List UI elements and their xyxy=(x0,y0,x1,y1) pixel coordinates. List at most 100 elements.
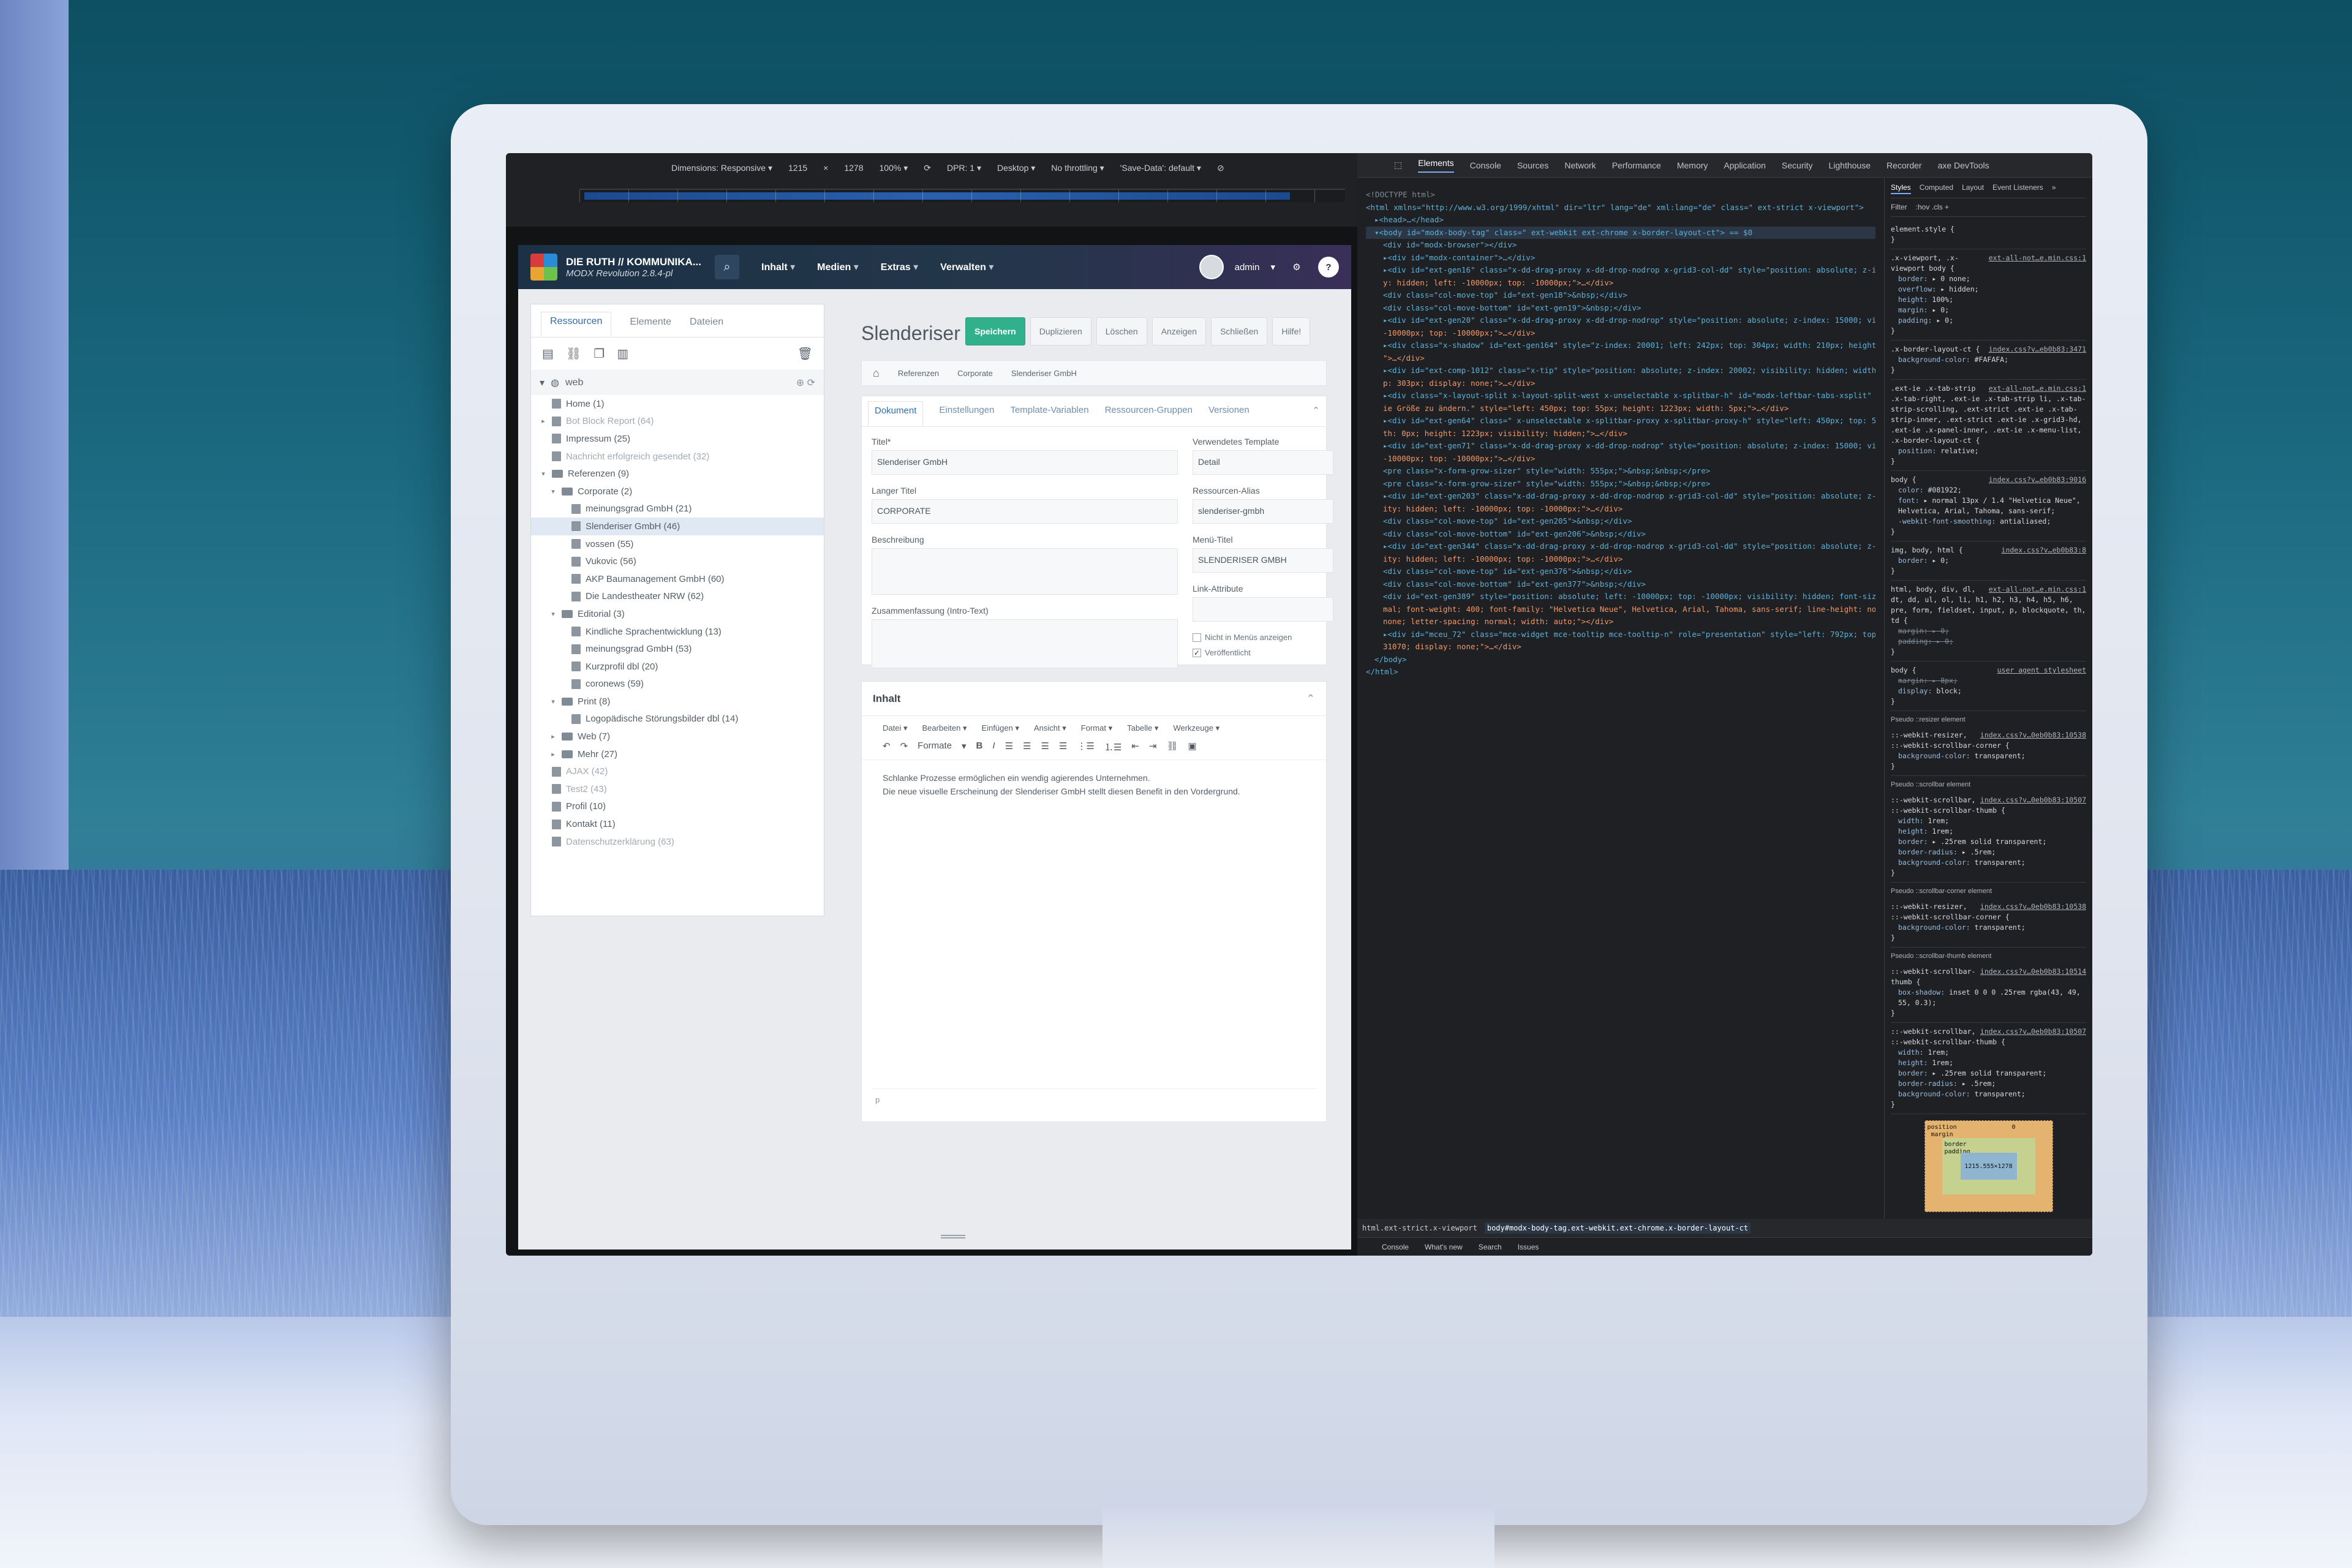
dom-node[interactable]: ▸<div id="ext-gen64" class=" x-unselecta… xyxy=(1366,415,1875,428)
tree-item[interactable]: Nachricht erfolgreich gesendet (32) xyxy=(531,448,824,466)
css-property[interactable]: display: block; xyxy=(1891,686,2086,696)
css-property[interactable]: border-radius: ▸ .5rem; xyxy=(1891,1079,2086,1089)
dom-crumb[interactable]: html.ext-strict.x-viewport xyxy=(1362,1224,1477,1232)
css-source-link[interactable]: index.css?v…0eb0b83:10507 xyxy=(1980,1027,2086,1037)
align-right-icon[interactable]: ☰ xyxy=(1041,741,1049,753)
outdent-icon[interactable]: ⇤ xyxy=(1131,741,1139,753)
device-type-select[interactable]: Desktop ▾ xyxy=(997,163,1035,173)
avatar[interactable] xyxy=(1199,255,1224,279)
dom-node[interactable]: ▸<div id="ext-gen203" class="x-dd-drag-p… xyxy=(1366,490,1875,503)
throttling-select[interactable]: No throttling ▾ xyxy=(1051,163,1104,173)
nav-extras[interactable]: Extras xyxy=(881,261,918,273)
css-source-link[interactable]: index.css?v…0eb0b83:10538 xyxy=(1980,902,2086,912)
dom-node[interactable]: 31070; display: none;">…</div> xyxy=(1366,641,1875,654)
modx-logo[interactable] xyxy=(530,254,557,281)
zoom-select[interactable]: 100% ▾ xyxy=(880,163,908,173)
css-property[interactable]: overflow: ▸ hidden; xyxy=(1891,284,2086,295)
css-property[interactable]: height: 1rem; xyxy=(1891,826,2086,837)
menu-tabelle[interactable]: Tabelle xyxy=(1127,723,1158,733)
tree-item[interactable]: ▾ Corporate (2) xyxy=(531,483,824,500)
menutitel-field[interactable]: SLENDERISER GMBH xyxy=(1193,548,1333,573)
dom-node[interactable]: ity: hidden; left: -10000px; top: -10000… xyxy=(1366,503,1875,516)
tree-item[interactable]: Logopädische Störungsbilder dbl (14) xyxy=(531,710,824,728)
nav-medien[interactable]: Medien xyxy=(817,261,859,273)
refresh-icon[interactable]: ⊕ ⟳ xyxy=(796,377,815,389)
tab-template-variablen[interactable]: Template-Variablen xyxy=(1010,405,1088,426)
indent-icon[interactable]: ⇥ xyxy=(1149,741,1157,753)
dom-node[interactable]: y: hidden; left: -10000px; top: -10000px… xyxy=(1366,277,1875,290)
css-property[interactable]: color: #081922; xyxy=(1891,485,2086,496)
tree-item[interactable]: Vukovic (56) xyxy=(531,552,824,570)
nav-inhalt[interactable]: Inhalt xyxy=(761,261,795,273)
breadcrumb-item[interactable]: Corporate xyxy=(957,369,993,378)
css-source-link[interactable]: ext-all-not…e.min.css:1 xyxy=(1989,253,2086,263)
dom-node[interactable]: </body> xyxy=(1366,654,1875,666)
view-button[interactable]: Anzeigen xyxy=(1152,317,1207,345)
close-button[interactable]: Schließen xyxy=(1211,317,1268,345)
dom-node[interactable]: ▸<div id="ext-gen344" class="x-dd-drag-p… xyxy=(1366,540,1875,553)
save-data-select[interactable]: 'Save-Data': default ▾ xyxy=(1120,163,1201,173)
devtools-tab[interactable]: Network xyxy=(1564,160,1596,170)
tree-item[interactable]: Slenderiser GmbH (46) xyxy=(531,518,824,535)
css-property[interactable]: border-radius: ▸ .5rem; xyxy=(1891,847,2086,858)
resize-handle[interactable] xyxy=(941,1235,965,1238)
delete-button[interactable]: Löschen xyxy=(1096,317,1147,345)
dom-node[interactable]: ie Größe zu ändern." style="left: 450px;… xyxy=(1366,402,1875,415)
beschreibung-field[interactable] xyxy=(872,548,1178,595)
inspect-icon[interactable]: ⬚ xyxy=(1394,160,1402,170)
dom-node[interactable]: <div class="col-move-bottom" id="ext-gen… xyxy=(1366,578,1875,591)
alias-field[interactable]: slenderiser-gmbh xyxy=(1193,499,1333,524)
css-source-link[interactable]: index.css?v…eb0b83:3471 xyxy=(1989,344,2086,355)
height-input[interactable]: 1278 xyxy=(844,163,863,173)
breadcrumb-item[interactable]: Referenzen xyxy=(898,369,939,378)
save-button[interactable]: Speichern xyxy=(965,317,1025,345)
css-property[interactable]: width: 1rem; xyxy=(1891,1047,2086,1058)
dom-node[interactable]: none; letter-spacing: normal; width: aut… xyxy=(1366,616,1875,628)
css-source-link[interactable]: index.css?v…eb0b83:8 xyxy=(2002,545,2086,556)
image-icon[interactable]: ▣ xyxy=(1188,741,1196,753)
css-source-link[interactable]: ext-all-not…e.min.css:1 xyxy=(1989,584,2086,595)
width-input[interactable]: 1215 xyxy=(788,163,807,173)
editor-body[interactable]: Schlanke Prozesse ermöglichen ein wendig… xyxy=(862,760,1326,809)
nav-verwalten[interactable]: Verwalten xyxy=(940,261,993,273)
dom-node[interactable]: ▸<div id="ext-gen20" class="x-dd-drag-pr… xyxy=(1366,314,1875,327)
link-attribute-field[interactable] xyxy=(1193,597,1333,622)
dom-node[interactable]: p: 303px; display: none;">…</div> xyxy=(1366,377,1875,390)
dom-node[interactable]: <div class="col-move-top" id="ext-gen205… xyxy=(1366,515,1875,528)
tree-item[interactable]: Home (1) xyxy=(531,395,824,413)
dom-node[interactable]: ▸<div id="modx-container">…</div> xyxy=(1366,252,1875,265)
css-source-link[interactable]: user agent stylesheet xyxy=(1997,665,2086,676)
css-property[interactable]: background-color: transparent; xyxy=(1891,1089,2086,1099)
italic-icon[interactable]: I xyxy=(992,741,995,753)
css-property[interactable]: border: ▸ .25rem solid transparent; xyxy=(1891,837,2086,847)
tree-item[interactable]: AKP Baumanagement GmbH (60) xyxy=(531,570,824,588)
dom-node[interactable]: ▸<div id="ext-gen71" class="x-dd-drag-pr… xyxy=(1366,440,1875,453)
dom-node[interactable]: th: 0px; height: 1223px; visibility: hid… xyxy=(1366,428,1875,440)
zusammenfassung-field[interactable] xyxy=(872,619,1178,668)
align-center-icon[interactable]: ☰ xyxy=(1023,741,1031,753)
dom-node[interactable]: <pre class="x-form-grow-sizer" style="wi… xyxy=(1366,465,1875,478)
template-select[interactable]: Detail xyxy=(1193,450,1333,475)
css-property[interactable]: margin: ▸ 0; xyxy=(1891,305,2086,315)
help-link-button[interactable]: Hilfe! xyxy=(1272,317,1311,345)
css-property[interactable]: padding: ▸ 0; xyxy=(1891,315,2086,326)
dom-node[interactable]: ▸<div id="ext-comp-1012" class="x-tip" s… xyxy=(1366,364,1875,377)
css-property[interactable]: font: ▸ normal 13px / 1.4 "Helvetica Neu… xyxy=(1891,496,2086,516)
dom-node[interactable]: <div class="col-move-bottom" id="ext-gen… xyxy=(1366,528,1875,541)
dom-node[interactable]: ity: hidden; left: -10000px; top: -10000… xyxy=(1366,553,1875,566)
devtools-tab[interactable]: Memory xyxy=(1677,160,1708,170)
dom-node[interactable]: <div class="col-move-bottom" id="ext-gen… xyxy=(1366,302,1875,315)
tree-item[interactable]: ▸ Mehr (27) xyxy=(531,745,824,763)
copy-icon[interactable]: ❐ xyxy=(594,346,605,361)
dom-node[interactable]: <div id="modx-browser"></div> xyxy=(1366,239,1875,252)
devtools-tab[interactable]: Security xyxy=(1782,160,1813,170)
css-property[interactable]: -webkit-font-smoothing: antialiased; xyxy=(1891,516,2086,527)
tab-elemente[interactable]: Elemente xyxy=(630,317,671,337)
css-source-link[interactable]: index.css?v…eb0b83:9016 xyxy=(1989,475,2086,485)
tree-item[interactable]: AJAX (42) xyxy=(531,763,824,780)
tree-item[interactable]: ▸ Web (7) xyxy=(531,728,824,745)
align-justify-icon[interactable]: ☰ xyxy=(1059,741,1067,753)
styles-subtab[interactable]: Event Listeners xyxy=(1992,183,2043,194)
dom-node[interactable]: ▾<body id="modx-body-tag" class=" ext-we… xyxy=(1366,226,1875,239)
dom-node[interactable]: ">…</div> xyxy=(1366,352,1875,365)
